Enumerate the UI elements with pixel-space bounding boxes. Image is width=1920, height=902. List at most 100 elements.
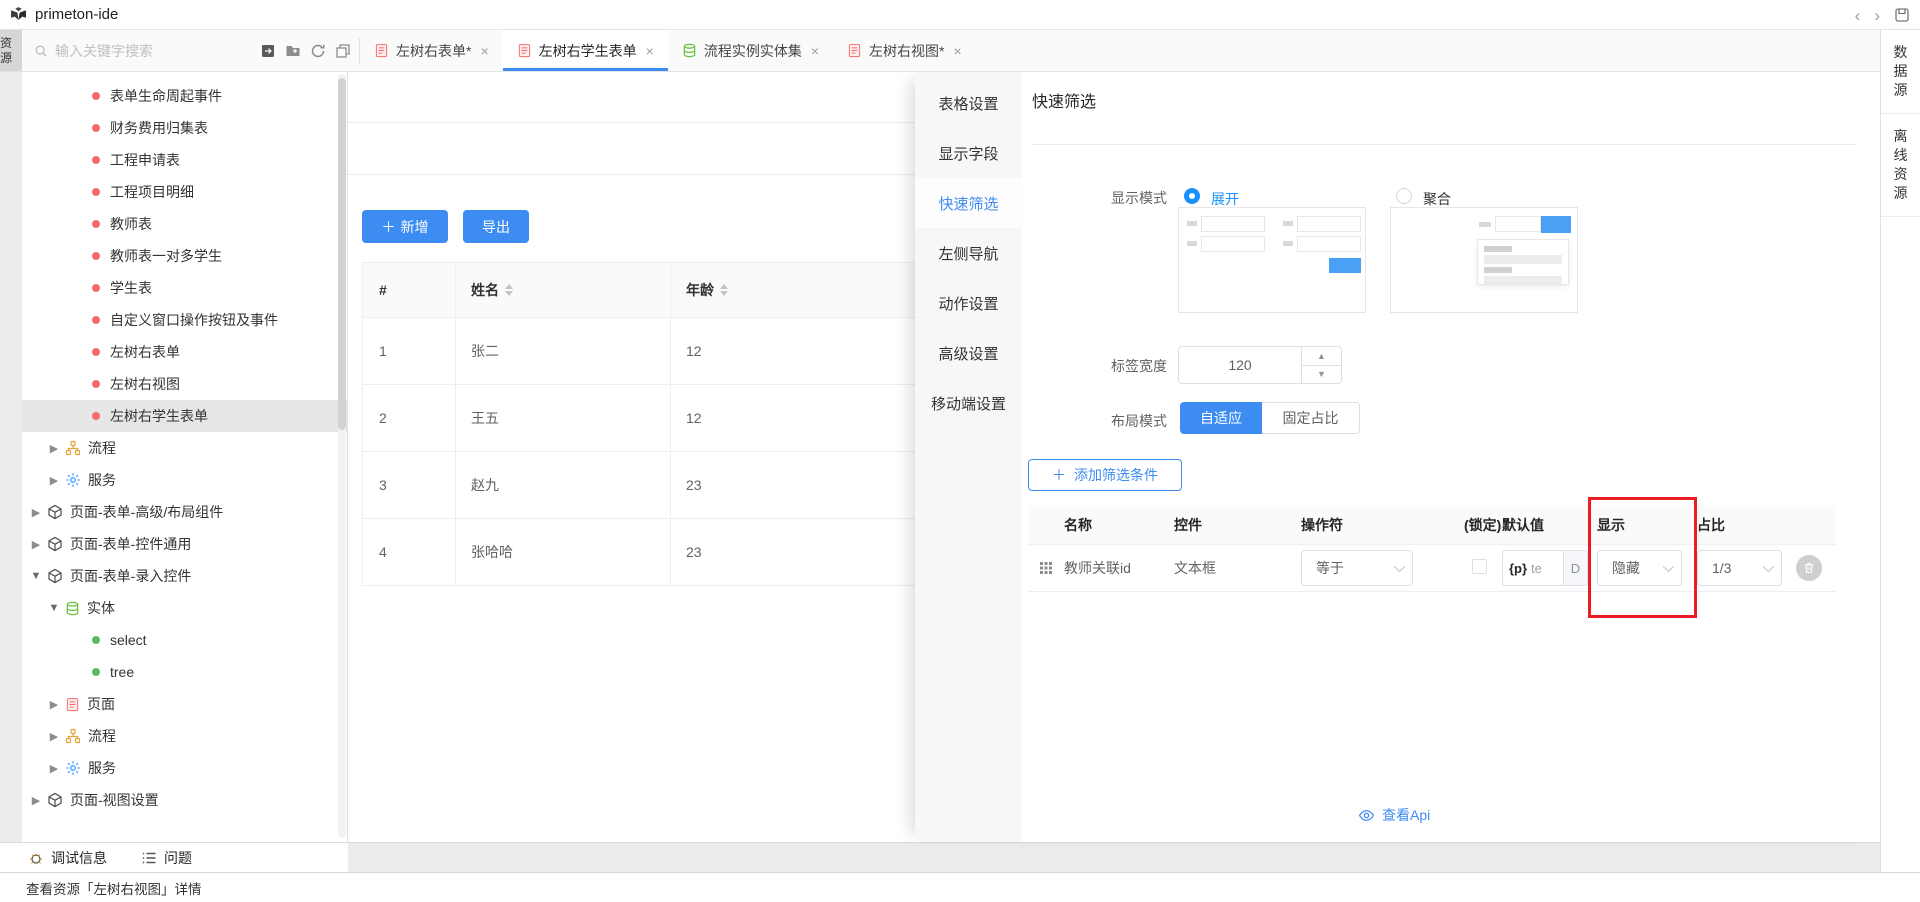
tree-item-teacher-table[interactable]: 教师表 [22, 208, 347, 240]
refresh-icon[interactable] [310, 43, 326, 59]
locked-checkbox[interactable] [1472, 559, 1487, 574]
tree-item-entity-group[interactable]: ▼实体 [22, 592, 347, 624]
tree-item-left-tree-view[interactable]: 左树右视图 [22, 368, 347, 400]
tree-item-project-detail[interactable]: 工程项目明细 [22, 176, 347, 208]
delete-filter-button[interactable] [1796, 555, 1822, 581]
rail-tab-data-source[interactable]: 数据源 [1881, 30, 1920, 114]
menu-left-nav[interactable]: 左侧导航 [915, 228, 1022, 278]
annotation-red-box [1588, 497, 1697, 618]
tab-close-icon[interactable]: × [480, 43, 488, 59]
tree-item-student-table[interactable]: 学生表 [22, 272, 347, 304]
tree-item-form-lifecycle[interactable]: 表单生命周起事件 [22, 80, 347, 112]
tree-item-page-group[interactable]: ▶页面 [22, 688, 347, 720]
tab-left-tree-student-form[interactable]: 左树右学生表单 × [503, 30, 668, 71]
chevron-down-icon [1763, 561, 1774, 572]
menu-table-settings[interactable]: 表格设置 [915, 78, 1022, 128]
menu-action-settings[interactable]: 动作设置 [915, 278, 1022, 328]
tree-item-page-form-common[interactable]: ▶页面-表单-控件通用 [22, 528, 347, 560]
tree-item-custom-window-buttons[interactable]: 自定义窗口操作按钮及事件 [22, 304, 347, 336]
tree-item-left-tree-student-form[interactable]: 左树右学生表单 [22, 400, 347, 432]
tab-left-tree-view[interactable]: 左树右视图* × [833, 30, 976, 71]
radio-collapsed-label[interactable]: 聚合 [1423, 189, 1451, 209]
tree-item-finance-table[interactable]: 财务费用归集表 [22, 112, 347, 144]
col-header-name[interactable]: 姓名 [456, 263, 671, 317]
save-icon[interactable] [1894, 7, 1910, 23]
tab-left-tree-form[interactable]: 左树右表单* × [360, 30, 503, 71]
chevron-down-icon[interactable]: ▼ [30, 570, 42, 582]
resource-rail-label: 资源 [0, 36, 22, 66]
tree-item-page-form-advanced[interactable]: ▶页面-表单-高级/布局组件 [22, 496, 347, 528]
segment-adaptive[interactable]: 自适应 [1180, 402, 1262, 434]
tree-item-service-group-2[interactable]: ▶服务 [22, 752, 347, 784]
tree-item-process-group-2[interactable]: ▶流程 [22, 720, 347, 752]
chevron-right-icon[interactable]: ▶ [30, 794, 42, 807]
resource-rail-tab[interactable]: 资源 [0, 30, 22, 71]
problems-button[interactable]: 问题 [141, 848, 192, 868]
export-button[interactable]: 导出 [463, 210, 529, 243]
plus-icon: ＋ [1052, 465, 1066, 485]
tab-close-icon[interactable]: × [953, 43, 961, 59]
package-icon [47, 792, 63, 808]
menu-display-fields[interactable]: 显示字段 [915, 128, 1022, 178]
tab-close-icon[interactable]: × [646, 43, 654, 59]
table-row[interactable]: 3 赵九 23 [363, 452, 969, 519]
operator-select[interactable]: 等于 [1301, 550, 1413, 586]
label-width-input[interactable]: 120 ▲ ▼ [1178, 346, 1342, 384]
tree-item-select[interactable]: select [22, 624, 347, 656]
menu-mobile-settings[interactable]: 移动端设置 [915, 378, 1022, 428]
debug-info-button[interactable]: 调试信息 [28, 848, 107, 868]
tree-item-teacher-students[interactable]: 教师表一对多学生 [22, 240, 347, 272]
chevron-down-icon[interactable]: ▼ [48, 602, 60, 614]
stepper-up-icon[interactable]: ▲ [1302, 347, 1341, 366]
import-resource-icon[interactable] [260, 43, 276, 59]
radio-collapsed[interactable] [1396, 188, 1412, 204]
tree-item-process-group[interactable]: ▶流程 [22, 432, 347, 464]
student-table: # 姓名 年龄 1 张二 12 2 王五 12 3 赵九 23 4 张哈哈 23 [362, 262, 970, 586]
chevron-right-icon[interactable]: ▶ [48, 442, 60, 455]
col-name: 名称 [1064, 515, 1174, 535]
tree-item-page-view-settings[interactable]: ▶页面-视图设置 [22, 784, 347, 816]
sort-icon[interactable] [505, 284, 513, 296]
segment-fixed-ratio[interactable]: 固定占比 [1262, 402, 1360, 434]
default-value-suffix[interactable]: D [1563, 551, 1587, 585]
menu-advanced-settings[interactable]: 高级设置 [915, 328, 1022, 378]
collapse-panel-icon[interactable] [335, 43, 351, 59]
menu-quick-filter[interactable]: 快速筛选 [915, 178, 1022, 228]
panel-divider [1032, 144, 1856, 145]
new-folder-icon[interactable] [285, 43, 301, 59]
search-input[interactable]: 输入关键字搜索 [22, 30, 258, 71]
tab-close-icon[interactable]: × [811, 43, 819, 59]
add-filter-condition-button[interactable]: ＋ 添加筛选条件 [1028, 459, 1182, 491]
right-rail: 数据源 离线资源 [1880, 30, 1920, 872]
drag-handle-icon[interactable] [1039, 561, 1053, 575]
radio-expanded[interactable] [1184, 188, 1200, 204]
ratio-select[interactable]: 1/3 [1697, 550, 1782, 586]
chevron-right-icon[interactable]: ▶ [30, 506, 42, 519]
add-button[interactable]: ＋新增 [362, 210, 448, 243]
tab-process-entity-set[interactable]: 流程实例实体集 × [668, 30, 833, 71]
nav-back-icon[interactable]: ‹ [1855, 7, 1861, 24]
tree-item-tree[interactable]: tree [22, 656, 347, 688]
expanded-mode-preview[interactable] [1178, 207, 1366, 313]
view-api-link[interactable]: 查看Api [1358, 805, 1430, 825]
chevron-right-icon[interactable]: ▶ [48, 698, 60, 711]
tree-item-project-apply[interactable]: 工程申请表 [22, 144, 347, 176]
collapsed-mode-preview[interactable] [1390, 207, 1578, 313]
nav-forward-icon[interactable]: › [1874, 7, 1880, 24]
default-value-input[interactable]: {p} te D [1502, 550, 1588, 586]
radio-expanded-label[interactable]: 展开 [1211, 189, 1239, 209]
chevron-right-icon[interactable]: ▶ [48, 730, 60, 743]
sort-icon[interactable] [720, 284, 728, 296]
chevron-right-icon[interactable]: ▶ [30, 538, 42, 551]
tree-scrollbar-thumb[interactable] [338, 78, 346, 430]
rail-tab-offline-resources[interactable]: 离线资源 [1881, 114, 1920, 217]
table-row[interactable]: 2 王五 12 [363, 385, 969, 452]
tree-item-service-group[interactable]: ▶服务 [22, 464, 347, 496]
table-row[interactable]: 1 张二 12 [363, 318, 969, 385]
chevron-right-icon[interactable]: ▶ [48, 762, 60, 775]
tree-item-page-form-input[interactable]: ▼页面-表单-录入控件 [22, 560, 347, 592]
chevron-right-icon[interactable]: ▶ [48, 474, 60, 487]
table-row[interactable]: 4 张哈哈 23 [363, 519, 969, 586]
tree-item-left-tree-form[interactable]: 左树右表单 [22, 336, 347, 368]
stepper-down-icon[interactable]: ▼ [1302, 366, 1341, 384]
